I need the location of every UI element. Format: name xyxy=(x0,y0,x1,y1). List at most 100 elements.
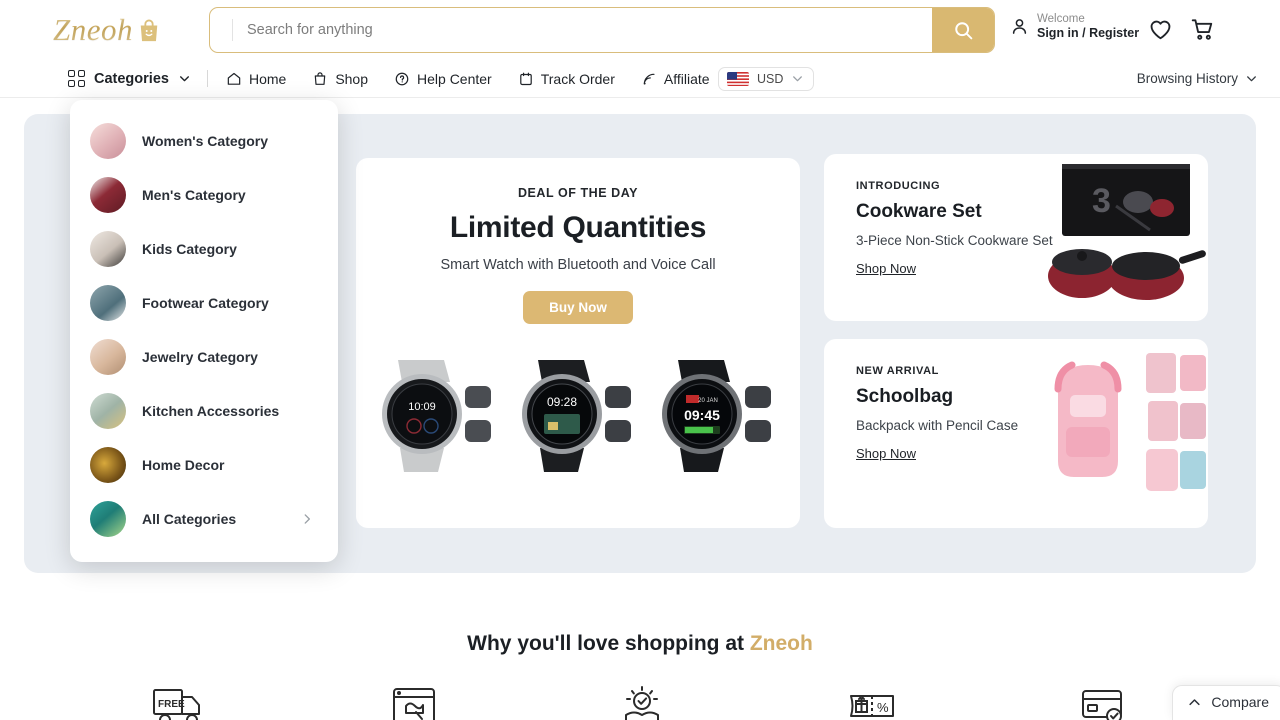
chevron-down-icon xyxy=(1247,76,1256,82)
feature-highlights-row: FREE % xyxy=(0,684,1280,720)
feature-secure-payment xyxy=(1078,684,1130,720)
cart-button[interactable] xyxy=(1190,17,1215,47)
category-thumbnail xyxy=(90,285,126,321)
dropdown-item-kids-category[interactable]: Kids Category xyxy=(70,222,338,276)
promo-subtitle: 3-Piece Non-Stick Cookware Set xyxy=(856,233,1053,248)
free-delivery-truck-icon: FREE xyxy=(153,689,200,720)
category-label: Kitchen Accessories xyxy=(142,403,280,419)
us-flag-icon xyxy=(727,71,749,86)
shopping-bag-icon xyxy=(315,71,326,85)
logo-text: Zneoh xyxy=(53,12,133,47)
currency-selector[interactable]: USD xyxy=(718,66,815,91)
watch-time-3: 09:45 xyxy=(684,407,720,423)
category-label: All Categories xyxy=(142,511,237,527)
feature-gift-coupon: % xyxy=(846,684,898,720)
wishlist-button[interactable] xyxy=(1148,17,1173,47)
nav-label: Home xyxy=(248,70,287,87)
browsing-history-label: Browsing History xyxy=(1136,71,1238,86)
chevron-down-icon xyxy=(179,76,189,82)
secure-payment-card-icon xyxy=(1082,690,1122,720)
search-icon xyxy=(954,21,972,39)
smartwatch-product-images: 10:09 09:28 20 JAN 09:45 xyxy=(370,338,786,488)
nav-links: Home Shop Help Center Track Order Affili… xyxy=(226,71,710,87)
welcome-label: Welcome xyxy=(1037,13,1085,25)
promo-card-cookware[interactable]: INTRODUCING Cookware Set 3-Piece Non-Sti… xyxy=(824,154,1208,321)
grid-menu-icon xyxy=(68,70,85,87)
svg-text:20 JAN: 20 JAN xyxy=(698,398,718,404)
free-label: FREE xyxy=(158,699,185,710)
chevron-right-icon xyxy=(304,514,311,524)
deal-title: Limited Quantities xyxy=(449,211,707,244)
deal-subtitle: Smart Watch with Bluetooth and Voice Cal… xyxy=(440,257,716,273)
category-label: Men's Category xyxy=(142,187,246,203)
nav-label: Help Center xyxy=(417,70,492,87)
signin-register-link[interactable]: Sign in / Register xyxy=(1037,26,1139,41)
buy-now-button[interactable]: Buy Now xyxy=(523,291,633,324)
nav-item-home[interactable]: Home xyxy=(226,71,286,87)
category-thumbnail xyxy=(90,231,126,267)
shopping-bag-logo-icon xyxy=(140,19,158,42)
nav-item-affiliate[interactable]: Affiliate xyxy=(641,71,710,87)
category-thumbnail xyxy=(90,123,126,159)
user-icon xyxy=(1012,19,1027,35)
category-thumbnail xyxy=(90,177,126,213)
categories-label: Categories xyxy=(94,70,169,87)
compare-widget[interactable]: Compare xyxy=(1172,685,1280,720)
package-icon xyxy=(519,72,532,85)
feature-easy-shopping xyxy=(390,684,438,720)
dropdown-item-kitchen-accessories[interactable]: Kitchen Accessories xyxy=(70,384,338,438)
shopping-cart-icon xyxy=(1191,19,1213,40)
categories-dropdown-panel: Women's Category Men's Category Kids Cat… xyxy=(70,100,338,562)
shop-now-link[interactable]: Shop Now xyxy=(856,261,916,276)
nav-label: Track Order xyxy=(540,70,615,87)
nav-label: Affiliate xyxy=(663,70,710,87)
category-label: Jewelry Category xyxy=(142,349,258,365)
smartwatch-black-1-icon: 09:28 xyxy=(522,360,631,472)
account-menu[interactable]: Welcome Sign in / Register xyxy=(1010,12,1139,41)
svg-text:3: 3 xyxy=(1092,182,1111,220)
category-label: Kids Category xyxy=(142,241,237,257)
search-bar[interactable] xyxy=(209,7,995,53)
search-input[interactable] xyxy=(233,8,932,52)
nav-item-shop[interactable]: Shop xyxy=(312,71,368,87)
promo-subtitle: Backpack with Pencil Case xyxy=(856,418,1019,433)
dropdown-item-womens-category[interactable]: Women's Category xyxy=(70,114,338,168)
promo-card-schoolbag[interactable]: NEW ARRIVAL Schoolbag Backpack with Penc… xyxy=(824,339,1208,528)
watch-time-2: 09:28 xyxy=(547,395,577,409)
category-label: Footwear Category xyxy=(142,295,269,311)
promo-title: Schoolbag xyxy=(856,386,954,407)
categories-menu-button[interactable]: Categories xyxy=(68,70,191,87)
compare-label: Compare xyxy=(1211,694,1269,710)
promo-title: Cookware Set xyxy=(856,201,982,222)
rss-icon xyxy=(643,73,655,85)
quality-assurance-icon xyxy=(625,686,659,720)
site-header: Zneoh Welcome Si xyxy=(0,0,1280,60)
deal-kicker: DEAL OF THE DAY xyxy=(517,186,639,200)
easy-shopping-window-icon xyxy=(393,688,435,720)
search-button[interactable] xyxy=(932,8,994,52)
dropdown-item-footwear-category[interactable]: Footwear Category xyxy=(70,276,338,330)
chevron-down-icon xyxy=(793,76,803,82)
nav-item-help-center[interactable]: Help Center xyxy=(394,71,492,87)
dropdown-item-all-categories[interactable]: All Categories xyxy=(70,492,338,546)
heart-icon xyxy=(1150,20,1171,40)
feature-quality-assurance xyxy=(618,684,666,720)
dropdown-item-jewelry-category[interactable]: Jewelry Category xyxy=(70,330,338,384)
category-thumbnail xyxy=(90,339,126,375)
dropdown-item-home-decor[interactable]: Home Decor xyxy=(70,438,338,492)
watch-time-1: 10:09 xyxy=(408,401,436,413)
category-label: Women's Category xyxy=(142,133,268,149)
site-logo[interactable]: Zneoh xyxy=(0,0,205,60)
question-circle-icon xyxy=(395,72,409,85)
promo-kicker: INTRODUCING xyxy=(856,180,941,192)
dropdown-item-mens-category[interactable]: Men's Category xyxy=(70,168,338,222)
shop-now-link[interactable]: Shop Now xyxy=(856,446,916,461)
svg-text:%: % xyxy=(877,700,889,715)
chevron-up-icon xyxy=(1189,698,1201,705)
category-thumbnail xyxy=(90,447,126,483)
main-navigation: Categories Home Shop Help Center Track O… xyxy=(0,60,1280,98)
deal-of-the-day-card: DEAL OF THE DAY Limited Quantities Smart… xyxy=(356,158,800,528)
nav-item-track-order[interactable]: Track Order xyxy=(518,71,615,87)
category-label: Home Decor xyxy=(142,457,225,473)
browsing-history-button[interactable]: Browsing History xyxy=(1137,71,1258,86)
